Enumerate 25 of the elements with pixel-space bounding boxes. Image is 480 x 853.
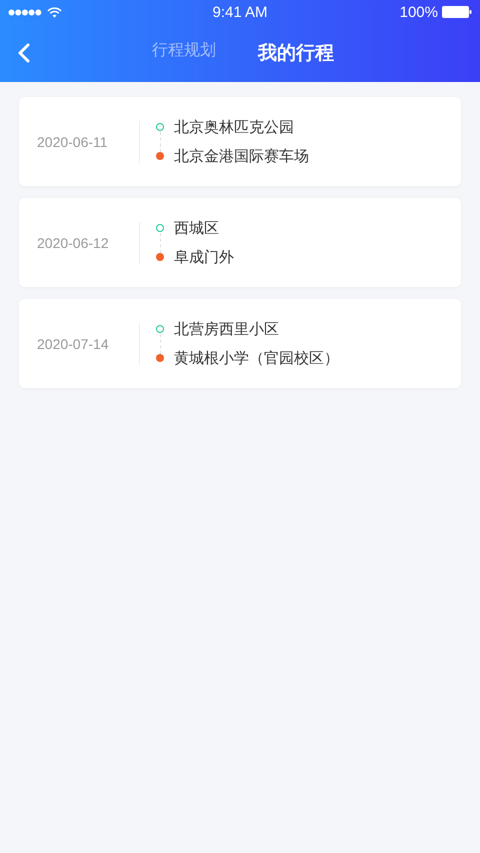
trip-date: 2020-07-14 <box>36 336 110 352</box>
stop-name: 西城区 <box>174 218 219 238</box>
trip-card[interactable]: 2020-06-12 西城区 阜成门外 <box>19 198 461 287</box>
start-dot-icon <box>156 224 164 232</box>
stop-name: 阜成门外 <box>174 248 234 266</box>
trip-card[interactable]: 2020-07-14 北营房西里小区 黄城根小学（官园校区） <box>19 299 461 388</box>
end-dot-icon <box>156 253 164 261</box>
stop-name: 北营房西里小区 <box>174 320 279 338</box>
nav-tab[interactable]: 我的行程 <box>258 40 334 66</box>
end-dot-icon <box>156 354 164 362</box>
status-time: 9:41 AM <box>212 4 268 20</box>
wifi-icon <box>47 6 62 18</box>
end-dot-icon <box>156 152 164 160</box>
stop-name: 北京奥林匹克公园 <box>174 118 294 136</box>
signal-icon <box>8 8 42 16</box>
trip-date: 2020-06-11 <box>36 134 109 150</box>
start-dot-icon <box>156 123 164 131</box>
battery-percent: 100% <box>400 4 438 20</box>
start-dot-icon <box>156 325 164 333</box>
stop-name: 北京金港国际赛车场 <box>174 146 309 166</box>
trip-card[interactable]: 2020-06-11 北京奥林匹克公园 北京金港国际赛车场 <box>19 97 461 186</box>
stop-name: 黄城根小学（官园校区） <box>174 348 339 368</box>
trip-date: 2020-06-12 <box>36 234 110 250</box>
battery-icon <box>442 6 472 18</box>
back-icon[interactable] <box>18 43 30 63</box>
